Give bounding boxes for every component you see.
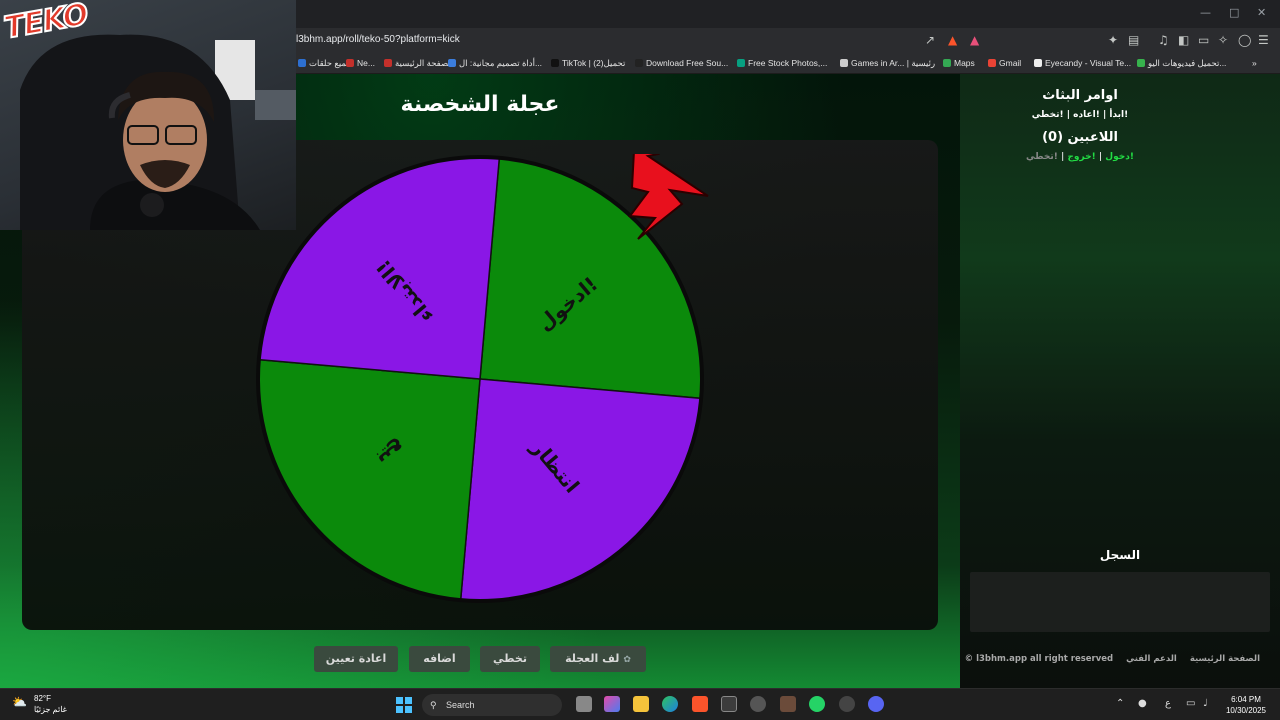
network-icon[interactable]: ▭	[1186, 698, 1195, 709]
windows-start-icon[interactable]	[396, 697, 412, 713]
rewards-icon[interactable]: ▲	[970, 33, 979, 47]
task-view-icon[interactable]	[576, 696, 592, 712]
copilot-icon[interactable]	[604, 696, 620, 712]
brave-shield-icon[interactable]: ▲	[948, 33, 957, 47]
bookmark-item[interactable]: Download Free Sou...	[635, 58, 728, 68]
sidebar-icon[interactable]: ◧	[1178, 33, 1189, 47]
extensions-icon[interactable]: ✦	[1108, 33, 1118, 47]
footer-support-link[interactable]: الدعم الفني	[1126, 654, 1177, 664]
bookmark-item[interactable]: Eyecandy - Visual Te...	[1034, 58, 1131, 68]
skip-button[interactable]: تخطي	[480, 646, 540, 672]
weather-widget[interactable]: ⛅ 82°F غائم جزئيًا	[12, 693, 67, 715]
url-text[interactable]: l3bhm.app/roll/teko-50?platform=kick	[296, 34, 460, 45]
bookmarks-overflow-icon[interactable]: »	[1252, 58, 1257, 68]
store-icon[interactable]	[721, 696, 737, 712]
spin-wheel-button[interactable]: ✿لف العجلة	[550, 646, 646, 672]
windows-taskbar: ⛅ 82°F غائم جزئيًا ⚲ Search ⌃ ● ع ▭ ♩ 6:…	[0, 688, 1280, 720]
log-box	[970, 572, 1270, 632]
maximize-icon[interactable]: □	[1229, 6, 1239, 19]
exit-link[interactable]: !خروج	[1067, 152, 1095, 162]
brave-icon[interactable]	[692, 696, 708, 712]
bookmark-item[interactable]: Free Stock Photos,...	[737, 58, 827, 68]
weather-temperature: 82°F	[34, 694, 51, 703]
taskbar-search[interactable]: ⚲ Search	[422, 694, 562, 716]
weather-description: غائم جزئيًا	[34, 705, 67, 714]
app-icon[interactable]	[750, 696, 766, 712]
wheel[interactable]: ادخول!انتظاربيعالابتداء!	[250, 154, 720, 614]
whatsapp-icon[interactable]	[809, 696, 825, 712]
bookmark-item[interactable]: Games in Ar... | رئيسية	[840, 58, 935, 69]
clock-time: 6:04 PM	[1231, 695, 1261, 704]
clock[interactable]: 6:04 PM 10/30/2025	[1218, 694, 1274, 716]
bookmark-item[interactable]: TikTok | تحميل(2)	[551, 58, 625, 69]
skip-link[interactable]: !تخطي	[1026, 152, 1058, 162]
clock-date: 10/30/2025	[1225, 706, 1267, 715]
minimize-icon[interactable]: —	[1200, 6, 1211, 19]
microphone-icon[interactable]: ●	[1138, 698, 1147, 709]
close-icon[interactable]: ✕	[1257, 6, 1266, 19]
wheel-title: عجلة الشخصنة	[400, 92, 560, 117]
wheel-segments[interactable]: ادخول!انتظاربيعالابتداء!	[256, 155, 704, 603]
tray-overflow-icon[interactable]: ⌃	[1116, 698, 1124, 709]
app-icon[interactable]	[839, 696, 855, 712]
footer-home-link[interactable]: الصفحة الرئيسية	[1190, 654, 1260, 664]
join-link[interactable]: !دخول	[1105, 152, 1134, 162]
bookmark-item[interactable]: جميع حلقات	[298, 58, 352, 69]
search-icon: ⚲	[430, 700, 437, 710]
log-title: السجل	[1099, 548, 1141, 562]
weather-icon: ⛅	[12, 695, 27, 709]
edge-icon[interactable]	[662, 696, 678, 712]
app-icon[interactable]	[780, 696, 796, 712]
spin-icon: ✿	[623, 655, 631, 665]
bookmark-item[interactable]: الصفحة الرئيسية	[384, 58, 453, 69]
player-command-links: !دخول | !خروج | !تخطي	[1026, 152, 1134, 162]
discord-icon[interactable]	[868, 696, 884, 712]
footer: الصفحة الرئيسية الدعم الفني l3bhm.app al…	[965, 654, 1260, 664]
wheel-segment	[257, 358, 481, 601]
volume-icon[interactable]: ♩	[1203, 698, 1208, 709]
commands-text: !ابدأ | !اعاده | !تخطي	[1031, 110, 1129, 120]
wallet-icon[interactable]: ▭	[1198, 33, 1209, 47]
media-icon[interactable]: ♫	[1158, 33, 1169, 47]
bookmark-item[interactable]: Gmail	[988, 58, 1021, 68]
players-title: اللاعبين (0)	[1042, 130, 1118, 145]
share-icon[interactable]: ↗	[925, 33, 935, 47]
wheel-segment	[459, 378, 702, 602]
reset-button[interactable]: اعادة تعيين	[314, 646, 398, 672]
vpn-icon[interactable]: ◯	[1238, 33, 1251, 47]
bookmark-item[interactable]: تحميل فيديوهات اليو...	[1137, 58, 1226, 69]
bookmark-item[interactable]: أداة تصميم مجانية: ال...	[448, 58, 542, 69]
leo-icon[interactable]: ✧	[1218, 33, 1228, 47]
webcam-overlay: TEKO	[0, 0, 296, 230]
menu-icon[interactable]: ☰	[1258, 33, 1269, 47]
streamer-sidebar: اوامر البثاث !ابدأ | !اعاده | !تخطي اللا…	[960, 74, 1280, 688]
add-button[interactable]: اضافه	[409, 646, 470, 672]
footer-copyright: l3bhm.app all right reserved ©	[964, 654, 1114, 664]
reader-icon[interactable]: ▤	[1128, 33, 1139, 47]
bookmark-item[interactable]: Maps	[943, 58, 975, 68]
language-indicator[interactable]: ع	[1165, 698, 1171, 709]
bookmark-item[interactable]: Ne...	[346, 58, 375, 68]
commands-title: اوامر البثاث	[1042, 88, 1118, 103]
file-explorer-icon[interactable]	[633, 696, 649, 712]
